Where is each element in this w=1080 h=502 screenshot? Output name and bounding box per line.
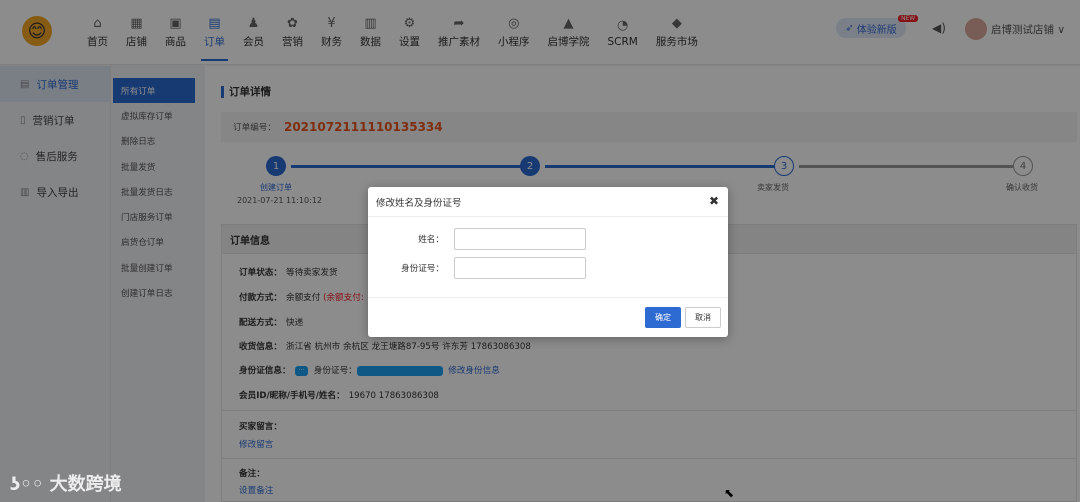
mouse-cursor-icon: ⬉ <box>724 486 735 500</box>
cancel-button[interactable]: 取消 <box>685 307 721 328</box>
modal-title: 修改姓名及身份证号 <box>368 187 728 217</box>
id-number-input[interactable] <box>454 257 586 279</box>
name-input[interactable] <box>454 228 586 250</box>
id-number-field-label: 身份证号： <box>401 264 444 274</box>
watermark-text: 大数跨境 <box>49 474 122 495</box>
confirm-button[interactable]: 确定 <box>645 307 681 328</box>
close-icon[interactable]: ✖ <box>709 194 719 208</box>
id-field-row: 身份证号： <box>368 257 586 279</box>
name-label: 姓名： <box>418 235 444 245</box>
modal-footer: 确定 取消 <box>368 297 728 337</box>
edit-id-modal: 修改姓名及身份证号 ✖ 姓名： 身份证号： 确定 取消 <box>368 187 728 337</box>
watermark-logo-icon: ʖ◦◦ <box>10 474 50 495</box>
name-field-row: 姓名： <box>368 228 586 250</box>
watermark: ʖ◦◦ 大数跨境 <box>10 470 122 496</box>
